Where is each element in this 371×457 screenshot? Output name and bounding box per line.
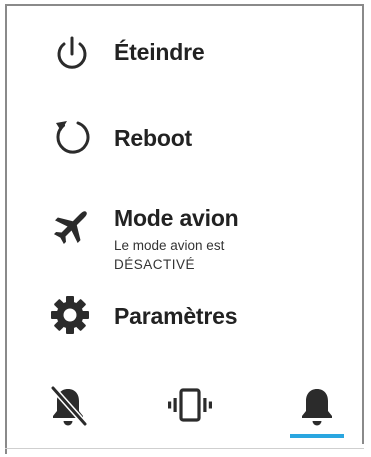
silent-mode-button[interactable] xyxy=(38,382,102,442)
settings-item[interactable]: Paramètres xyxy=(0,290,360,342)
bell-off-icon xyxy=(50,386,88,426)
power-off-item[interactable]: Éteindre xyxy=(0,26,360,82)
reboot-label: Reboot xyxy=(114,125,193,151)
gear-icon xyxy=(48,291,96,339)
settings-label: Paramètres xyxy=(114,303,238,329)
power-icon xyxy=(48,30,96,78)
airplane-icon xyxy=(48,202,96,250)
airplane-mode-status-line1: Le mode avion est xyxy=(114,238,225,253)
airplane-mode-label: Mode avion xyxy=(114,205,239,231)
bell-icon xyxy=(302,389,332,426)
vibrate-icon xyxy=(168,388,212,422)
power-off-label: Éteindre xyxy=(114,39,205,65)
selected-mode-indicator xyxy=(290,434,344,438)
airplane-mode-item[interactable]: Mode avion Le mode avion est DÉSACTIVÉ xyxy=(0,194,360,278)
vibrate-mode-button[interactable] xyxy=(158,382,222,442)
airplane-mode-status-line2: DÉSACTIVÉ xyxy=(114,257,196,272)
refresh-icon xyxy=(48,113,96,161)
power-menu-dialog: Éteindre Reboot Mode avion Le mode avion… xyxy=(0,0,371,457)
sound-mode-button[interactable] xyxy=(285,382,349,442)
dialog-border-right xyxy=(362,4,364,444)
reboot-item[interactable]: Reboot xyxy=(0,108,360,166)
dialog-border-top xyxy=(5,4,363,6)
dialog-border-bottom xyxy=(5,448,364,449)
